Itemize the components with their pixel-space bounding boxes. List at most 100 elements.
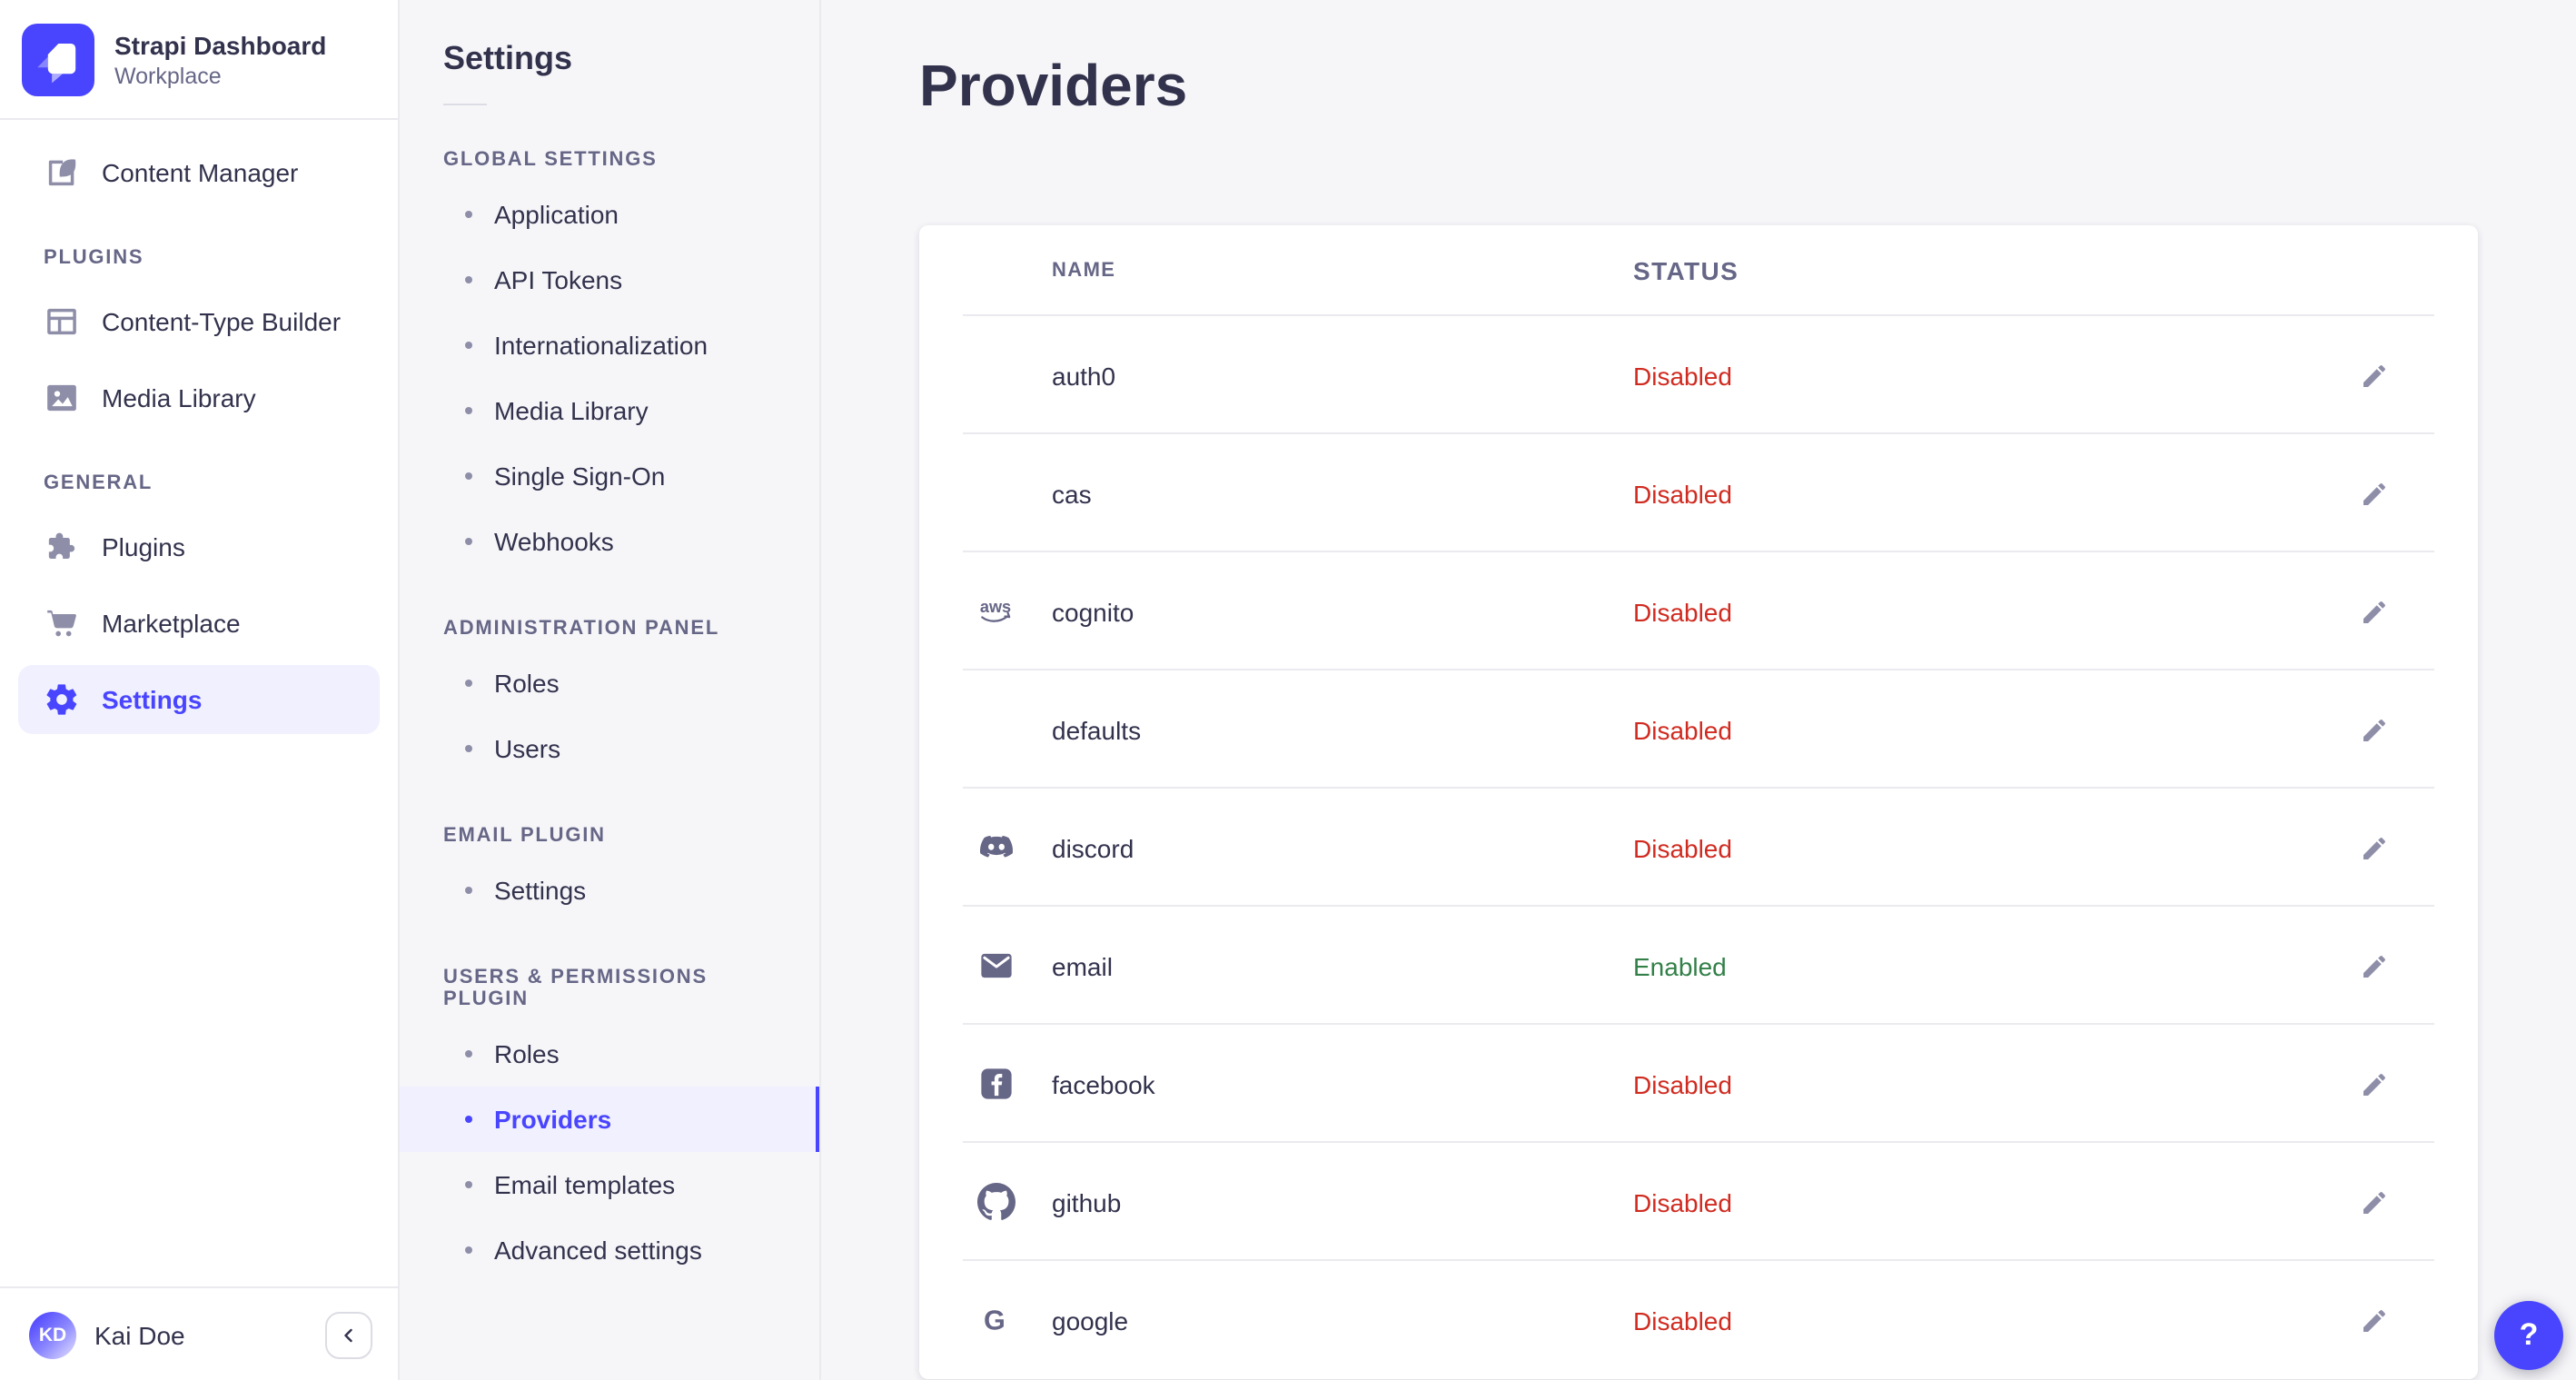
- main-sidebar: Strapi Dashboard Workplace Content Manag…: [0, 0, 400, 1380]
- settings-nav-item-label: Roles: [494, 1039, 560, 1068]
- provider-status-cell: Disabled: [1633, 361, 2338, 390]
- settings-nav-item-advanced-settings[interactable]: Advanced settings: [400, 1217, 819, 1283]
- sidebar-item-label: Settings: [102, 685, 203, 714]
- settings-nav-item-roles[interactable]: Roles: [400, 1021, 819, 1087]
- google-icon: G: [977, 1301, 1052, 1339]
- settings-nav-item-label: Internationalization: [494, 331, 708, 360]
- status-badge: Disabled: [1633, 1187, 1732, 1216]
- edit-cell: [2338, 819, 2411, 877]
- settings-section-label: ADMINISTRATION PANEL: [443, 618, 720, 640]
- pencil-icon: [2360, 1306, 2389, 1335]
- edit-cas-button[interactable]: [2345, 464, 2403, 522]
- provider-name: cas: [1052, 479, 1092, 508]
- settings-nav-sections: GLOBAL SETTINGS Application API Tokens Inte…: [400, 149, 819, 1283]
- settings-nav-item-label: Single Sign-On: [494, 462, 666, 491]
- bullet-icon: [465, 680, 472, 687]
- settings-nav-item-label: Roles: [494, 669, 560, 698]
- settings-nav-item-label: Media Library: [494, 396, 649, 425]
- sidebar-item-content-type-builder[interactable]: Content-Type Builder: [18, 287, 380, 356]
- provider-status-cell: Disabled: [1633, 833, 2338, 862]
- svg-text:G: G: [984, 1306, 1006, 1336]
- sidebar-item-marketplace[interactable]: Marketplace: [18, 589, 380, 658]
- table-header-row: NAME STATUS: [919, 225, 2478, 316]
- column-header-name: NAME: [1052, 260, 1116, 282]
- sidebar-item-content-manager[interactable]: Content Manager: [18, 138, 380, 207]
- help-button[interactable]: ?: [2494, 1301, 2563, 1370]
- settings-sidebar: Settings GLOBAL SETTINGS Application API T…: [400, 0, 821, 1380]
- edit-facebook-button[interactable]: [2345, 1055, 2403, 1113]
- edit-auth0-button[interactable]: [2345, 346, 2403, 404]
- page-title: Providers: [919, 53, 1188, 118]
- provider-row-github: github Disabled: [919, 1143, 2478, 1261]
- settings-nav-item-internationalization[interactable]: Internationalization: [400, 313, 819, 378]
- pencil-icon: [2360, 715, 2389, 744]
- settings-nav-item-single-sign-on[interactable]: Single Sign-On: [400, 443, 819, 509]
- pencil-icon: [2360, 1187, 2389, 1216]
- bullet-icon: [465, 407, 472, 414]
- sidebar-item-settings[interactable]: Settings: [18, 665, 380, 734]
- pencil-icon: [2360, 361, 2389, 390]
- edit-google-button[interactable]: [2345, 1291, 2403, 1349]
- settings-nav-item-webhooks[interactable]: Webhooks: [400, 509, 819, 574]
- edit-cell: [2338, 582, 2411, 640]
- sidebar-item-media-library[interactable]: Media Library: [18, 363, 380, 432]
- user-bar: KD Kai Doe: [0, 1286, 398, 1380]
- settings-nav-item-settings[interactable]: Settings: [400, 858, 819, 923]
- pencil-icon: [2360, 597, 2389, 626]
- provider-row-email: email Enabled: [919, 907, 2478, 1025]
- settings-section-label: GLOBAL SETTINGS: [443, 149, 658, 171]
- settings-nav-item-media-library[interactable]: Media Library: [400, 378, 819, 443]
- settings-nav-item-providers[interactable]: Providers: [400, 1087, 819, 1152]
- provider-row-defaults: defaults Disabled: [919, 670, 2478, 789]
- settings-nav-item-roles[interactable]: Roles: [400, 650, 819, 716]
- app-root: Strapi Dashboard Workplace Content Manag…: [0, 0, 2576, 1380]
- provider-name: github: [1052, 1187, 1122, 1216]
- workspace-switcher[interactable]: Strapi Dashboard Workplace: [0, 0, 398, 120]
- sidebar-item-label: Media Library: [102, 383, 256, 412]
- edit-cognito-button[interactable]: [2345, 582, 2403, 640]
- marketplace-icon: [44, 605, 80, 641]
- provider-name: google: [1052, 1306, 1129, 1335]
- provider-name: email: [1052, 951, 1113, 980]
- status-badge: Disabled: [1633, 1069, 1732, 1098]
- pencil-icon: [2360, 951, 2389, 980]
- provider-name: facebook: [1052, 1069, 1155, 1098]
- pencil-icon: [2360, 1069, 2389, 1098]
- settings-nav-title: Settings: [443, 40, 573, 76]
- settings-nav-item-email-templates[interactable]: Email templates: [400, 1152, 819, 1217]
- avatar[interactable]: KD: [29, 1311, 76, 1358]
- edit-cell: [2338, 1291, 2411, 1349]
- sidebar-item-label: Marketplace: [102, 609, 241, 638]
- bullet-icon: [465, 1050, 472, 1057]
- edit-github-button[interactable]: [2345, 1173, 2403, 1231]
- settings-nav-item-application[interactable]: Application: [400, 182, 819, 247]
- provider-name: discord: [1052, 833, 1134, 862]
- bullet-icon: [465, 538, 472, 545]
- bullet-icon: [465, 276, 472, 283]
- sidebar-item-label: Content-Type Builder: [102, 307, 342, 336]
- sidebar-item-label: Plugins: [102, 532, 185, 561]
- settings-section-label: USERS & PERMISSIONS PLUGIN: [443, 967, 708, 1010]
- provider-name: cognito: [1052, 597, 1134, 626]
- edit-discord-button[interactable]: [2345, 819, 2403, 877]
- collapse-sidebar-button[interactable]: [325, 1311, 372, 1358]
- edit-defaults-button[interactable]: [2345, 700, 2403, 759]
- main-nav: Content Manager PLUGINS Content-Type Build…: [0, 120, 398, 734]
- settings-nav-item-users[interactable]: Users: [400, 716, 819, 781]
- brand-subtitle: Workplace: [114, 63, 222, 89]
- providers-table-card: NAME STATUS auth0 Disabled cas Disabled aws c…: [919, 225, 2478, 1379]
- provider-row-cognito: aws cognito Disabled: [919, 552, 2478, 670]
- provider-row-facebook: facebook Disabled: [919, 1025, 2478, 1143]
- settings-nav-item-api-tokens[interactable]: API Tokens: [400, 247, 819, 313]
- provider-status-cell: Disabled: [1633, 479, 2338, 508]
- github-icon: [977, 1183, 1052, 1221]
- facebook-icon: [977, 1065, 1052, 1103]
- settings-nav-item-label: Providers: [494, 1105, 612, 1134]
- discord-icon: [977, 829, 1052, 867]
- sidebar-item-plugins[interactable]: Plugins: [18, 512, 380, 581]
- svg-text:aws: aws: [980, 598, 1011, 616]
- table-body: auth0 Disabled cas Disabled aws cognito Disabl…: [919, 316, 2478, 1379]
- edit-email-button[interactable]: [2345, 937, 2403, 995]
- provider-status-cell: Disabled: [1633, 1306, 2338, 1335]
- chevron-left-icon: [338, 1324, 360, 1345]
